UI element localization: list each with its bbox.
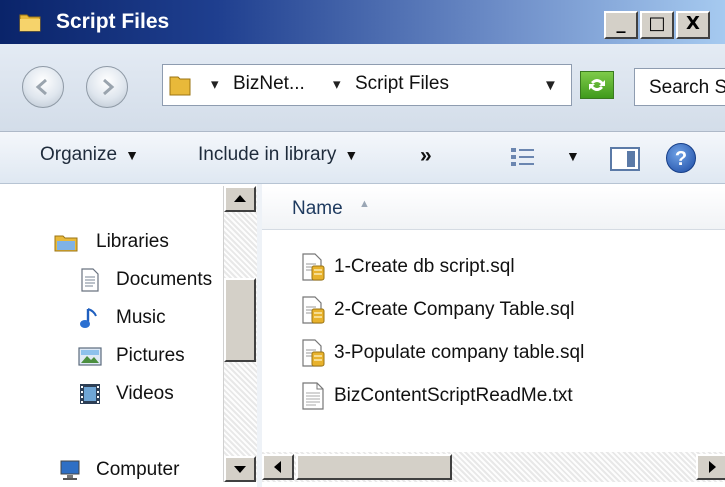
down-arrow-icon [234,466,246,473]
command-toolbar: Organize ▼ Include in library ▼ » ▼ ? [0,132,725,184]
dropdown-arrow-icon: ▼ [344,147,359,163]
sidebar-item-label: Libraries [96,231,169,252]
back-button[interactable] [22,66,64,108]
back-arrow-icon [35,78,47,96]
file-name: 1-Create db script.sql [334,256,515,277]
computer-icon [60,460,80,480]
breadcrumb-separator-icon[interactable]: ▾ [211,75,219,93]
close-button[interactable]: X [676,11,710,39]
dropdown-arrow-icon: ▼ [125,147,139,163]
include-in-library-label: Include in library [198,144,337,165]
file-name: 2-Create Company Table.sql [334,299,575,320]
breadcrumb-separator-icon[interactable]: ▾ [333,75,341,93]
title-bar: Script Files _ □ X [0,0,725,44]
refresh-button[interactable] [580,71,614,99]
file-list-pane: Name ▲ 1-Create db script.sql 2-Create C… [262,184,725,487]
scroll-thumb[interactable] [224,278,256,362]
documents-icon [81,268,99,292]
file-name: 3-Populate company table.sql [334,342,585,363]
address-bar-area: ▾ BizNet... ▾ Script Files ▼ Search S [0,44,725,132]
text-file-icon [302,382,324,410]
sort-ascending-icon: ▲ [359,198,370,210]
forward-arrow-icon [103,78,115,96]
more-commands-button[interactable]: » [420,144,432,168]
sql-file-icon [302,253,325,281]
scroll-thumb[interactable] [296,454,452,480]
scroll-up-button[interactable] [224,186,256,212]
preview-pane-icon[interactable] [610,147,640,171]
column-header-name[interactable]: Name ▲ [262,186,725,230]
up-arrow-icon [234,195,246,202]
sidebar-item-label: Pictures [116,345,185,366]
breadcrumb-item[interactable]: BizNet... [233,73,305,95]
libraries-icon [54,235,78,252]
search-input[interactable]: Search S [634,68,725,106]
organize-button[interactable]: Organize ▼ [40,144,139,166]
organize-label: Organize [40,144,118,165]
view-options-icon[interactable] [510,146,536,168]
sidebar-item-label: Music [116,307,166,328]
refresh-icon [589,79,605,91]
folder-icon [19,14,41,32]
file-list-scrollbar[interactable] [262,452,725,482]
scroll-right-button[interactable] [696,454,725,480]
maximize-button[interactable]: □ [640,11,674,39]
view-dropdown-icon[interactable]: ▼ [566,148,580,164]
scroll-down-button[interactable] [224,456,256,482]
navigation-pane: Libraries Documents Music Pictures Video… [0,184,228,487]
sidebar-item-label: Videos [116,383,174,404]
address-field[interactable]: ▾ BizNet... ▾ Script Files ▼ [162,64,572,106]
scroll-left-button[interactable] [262,454,294,480]
left-arrow-icon [274,461,281,473]
forward-button[interactable] [86,66,128,108]
window-controls: _ □ X [604,11,710,39]
breadcrumb-item[interactable]: Script Files [355,73,449,95]
navigation-scrollbar[interactable] [223,186,257,482]
sidebar-item-label: Documents [116,269,213,290]
sidebar-item-label: Computer [96,459,180,480]
sql-file-icon [302,339,325,367]
address-dropdown-icon[interactable]: ▼ [543,77,558,94]
pictures-icon [78,347,102,366]
videos-icon [80,384,100,404]
column-header-label: Name [292,198,343,219]
folder-icon [169,76,191,96]
file-name: BizContentScriptReadMe.txt [334,385,573,406]
right-arrow-icon [709,461,716,473]
music-icon [80,308,97,328]
sql-file-icon [302,296,325,324]
help-icon[interactable]: ? [666,143,696,173]
window-title: Script Files [56,10,170,33]
include-in-library-button[interactable]: Include in library ▼ [198,144,358,166]
minimize-button[interactable]: _ [604,11,638,39]
